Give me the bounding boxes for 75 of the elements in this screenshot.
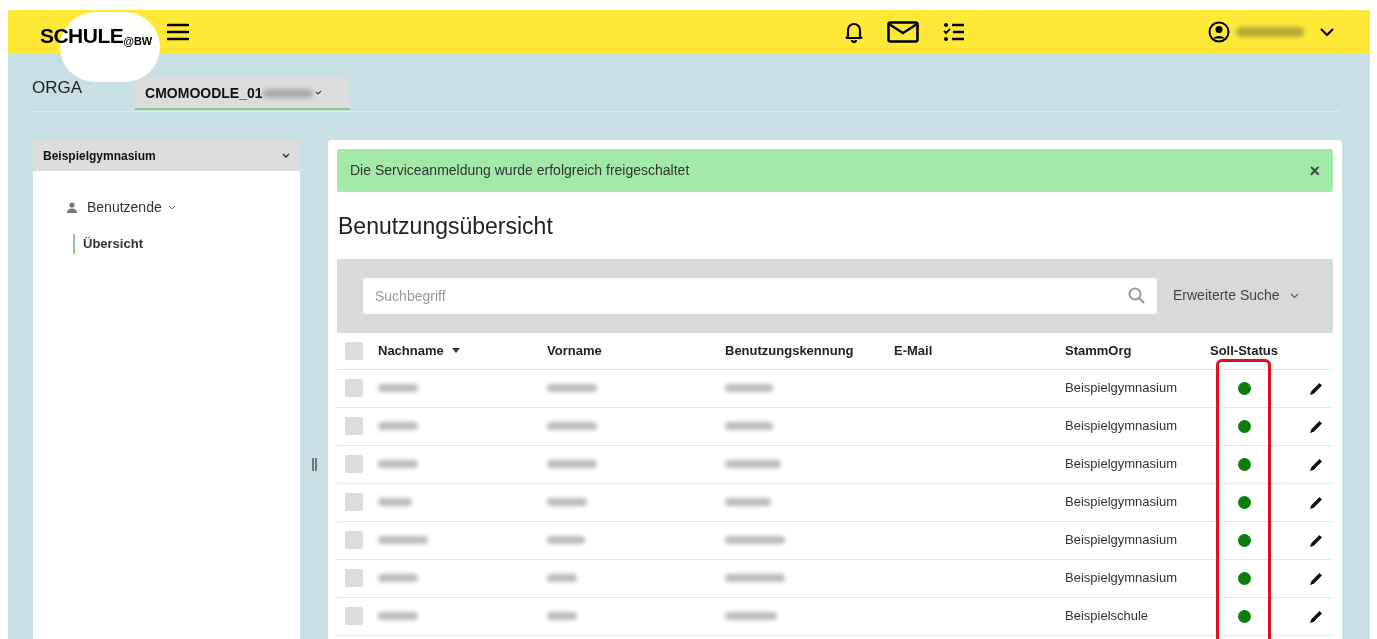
blurred-text xyxy=(262,88,313,98)
row-checkbox[interactable] xyxy=(345,569,363,587)
row-checkbox[interactable] xyxy=(345,455,363,473)
blurred-text xyxy=(378,384,418,392)
blurred-text xyxy=(725,536,785,544)
column-header[interactable]: Vorname xyxy=(547,340,725,361)
table-cell-text: Beispielgymnasium xyxy=(1065,569,1178,588)
alert-message: Die Serviceanmeldung wurde erfolgreich freigeschaltet xyxy=(350,161,690,180)
blurred-text xyxy=(547,574,577,582)
pencil-icon[interactable] xyxy=(1309,456,1324,472)
pencil-icon[interactable] xyxy=(1309,380,1324,396)
org-dropdown[interactable]: CMOMOODLE_01 xyxy=(135,78,351,110)
blurred-text xyxy=(725,422,773,430)
blurred-text xyxy=(378,574,418,582)
column-header[interactable]: Nachname xyxy=(378,340,547,361)
blurred-user-name xyxy=(1236,27,1304,37)
table-cell-text: Beispielgymnasium xyxy=(1065,379,1178,398)
pencil-icon[interactable] xyxy=(1309,608,1324,624)
blurred-text xyxy=(378,498,412,506)
org-label: ORGA xyxy=(32,76,83,99)
person-icon xyxy=(67,202,77,213)
blurred-text xyxy=(547,460,597,468)
user-avatar-icon[interactable] xyxy=(1208,21,1230,43)
menu-icon[interactable] xyxy=(167,23,190,41)
blurred-text xyxy=(547,498,587,506)
blurred-text xyxy=(378,612,418,620)
close-button[interactable]: × xyxy=(1309,161,1320,180)
table-cell-text: Beispielgymnasium xyxy=(1065,493,1178,512)
row-checkbox[interactable] xyxy=(345,417,363,435)
blurred-text xyxy=(725,498,771,506)
nav-subitem[interactable]: Übersicht xyxy=(73,234,300,254)
blurred-text xyxy=(547,612,577,620)
column-header[interactable]: E-Mail xyxy=(894,340,1065,361)
blurred-text xyxy=(725,384,773,392)
table-cell-text: Beispielgymnasium xyxy=(1065,531,1178,550)
row-checkbox[interactable] xyxy=(345,531,363,549)
nav-item[interactable]: Benutzende xyxy=(67,197,300,218)
chevron-icon xyxy=(1289,292,1299,299)
select-all-checkbox[interactable] xyxy=(345,341,363,360)
bell-icon[interactable] xyxy=(845,21,863,43)
column-header[interactable]: Soll-Status xyxy=(1210,340,1298,361)
chevron-down-icon[interactable] xyxy=(1320,27,1334,37)
blurred-text xyxy=(725,612,777,620)
caret-icon xyxy=(314,90,322,96)
pencil-icon[interactable] xyxy=(1309,418,1324,434)
blurred-text xyxy=(378,536,428,544)
blurred-text xyxy=(378,460,418,468)
school-selector[interactable]: Beispielgymnasium xyxy=(33,140,300,171)
sort-arrow-icon xyxy=(451,348,460,353)
chevron-icon xyxy=(167,204,176,211)
row-checkbox[interactable] xyxy=(345,379,363,397)
search-field[interactable]: Suchbegriff xyxy=(363,277,1157,314)
table-cell-text: Beispielschule xyxy=(1065,607,1150,626)
column-header[interactable]: Benutzungskennung xyxy=(725,340,894,361)
advanced-search-button[interactable]: Erweiterte Suche xyxy=(1173,285,1299,306)
resize-handle-icon[interactable] xyxy=(311,458,317,471)
blurred-text xyxy=(547,422,597,430)
blurred-text xyxy=(547,536,585,544)
blurred-text xyxy=(378,422,418,430)
logo-suffix: @BW xyxy=(123,35,153,50)
page-title: Benutzungsübersicht xyxy=(338,212,554,241)
mail-icon[interactable] xyxy=(887,21,919,43)
column-header[interactable]: StammOrg xyxy=(1065,340,1210,361)
table-cell-text: Beispielgymnasium xyxy=(1065,417,1178,436)
row-checkbox[interactable] xyxy=(345,607,363,625)
blurred-text xyxy=(547,384,597,392)
blurred-text xyxy=(725,574,785,582)
pencil-icon[interactable] xyxy=(1309,494,1324,510)
row-checkbox[interactable] xyxy=(345,493,363,511)
pencil-icon[interactable] xyxy=(1309,532,1324,548)
checklist-icon[interactable] xyxy=(943,22,965,42)
pencil-icon[interactable] xyxy=(1309,570,1324,586)
search-icon[interactable] xyxy=(1128,286,1145,304)
table-cell-text: Beispielgymnasium xyxy=(1065,455,1178,474)
blurred-text xyxy=(725,460,781,468)
